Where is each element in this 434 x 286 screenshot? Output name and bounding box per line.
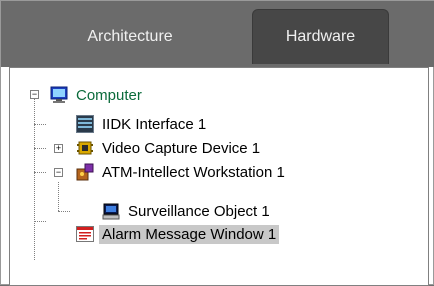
window-icon	[76, 226, 94, 242]
collapse-toggle-atm-workstation[interactable]: −	[54, 168, 63, 177]
tree-node-label: ATM-Intellect Workstation 1	[102, 163, 285, 181]
tree-node-surveillance-object[interactable]: Surveillance Object 1	[102, 200, 273, 222]
chip-icon	[77, 141, 93, 155]
hardware-panel: Architecture Hardware − + − Computer IID…	[0, 0, 434, 286]
tree-node-label: Computer	[76, 86, 142, 104]
tree-line	[34, 124, 46, 125]
tab-architecture[interactable]: Architecture	[11, 9, 249, 64]
expand-toggle-video-capture[interactable]: +	[54, 144, 63, 153]
tree-node-atm-workstation[interactable]: ATM-Intellect Workstation 1	[76, 161, 288, 183]
collapse-toggle-computer[interactable]: −	[30, 90, 39, 99]
pc-icon	[102, 203, 120, 220]
tree-line	[58, 211, 70, 212]
tab-bar: Architecture Hardware	[1, 1, 434, 67]
tree-node-label: Video Capture Device 1	[102, 139, 261, 157]
tree-node-label: Surveillance Object 1	[128, 202, 270, 220]
monitor-icon	[50, 86, 68, 103]
hardware-tree[interactable]: − + − Computer IIDK Interface 1 Video Ca…	[9, 67, 429, 286]
terminal-icon	[76, 115, 94, 133]
tree-line	[34, 148, 46, 149]
tree-line	[34, 93, 35, 260]
tree-node-label: IIDK Interface 1	[102, 115, 207, 133]
workstation-icon	[76, 163, 94, 181]
tree-line	[58, 182, 59, 211]
tree-line	[34, 172, 46, 173]
tab-hardware[interactable]: Hardware	[252, 9, 389, 64]
tree-node-computer[interactable]: Computer	[50, 84, 145, 106]
tree-node-iidk-interface[interactable]: IIDK Interface 1	[76, 113, 209, 135]
tree-node-alarm-message-window[interactable]: Alarm Message Window 1	[76, 223, 280, 245]
tree-node-label: Alarm Message Window 1	[99, 224, 280, 244]
tree-line	[34, 221, 46, 222]
tree-node-video-capture[interactable]: Video Capture Device 1	[76, 137, 263, 159]
